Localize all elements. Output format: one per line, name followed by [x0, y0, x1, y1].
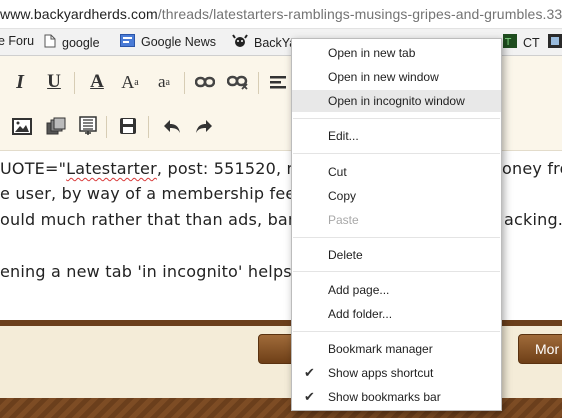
font-family-label: a [158, 72, 166, 91]
bookmark-backyard[interactable]: BackYa [232, 34, 296, 52]
menu-item-label: Copy [328, 189, 357, 203]
font-family-sub: a [165, 76, 170, 88]
quote-rest: , post: 551520, me [156, 159, 313, 178]
menu-open-new-window[interactable]: Open in new window [292, 66, 501, 88]
page-icon [44, 34, 56, 51]
menu-delete[interactable]: Delete [292, 244, 501, 266]
svg-text:T: T [504, 37, 512, 48]
menu-bookmark-manager[interactable]: Bookmark manager [292, 338, 501, 360]
url-text[interactable]: www.backyardherds.com/threads/latestarte… [0, 6, 562, 22]
font-color-button[interactable]: A [85, 70, 109, 94]
menu-add-page[interactable]: Add page... [292, 279, 501, 301]
undo-icon[interactable] [160, 114, 184, 138]
news-icon [120, 34, 135, 50]
font-color-label: A [90, 71, 104, 92]
font-size-label: A [121, 71, 135, 92]
ct-icon: T [503, 34, 517, 51]
menu-cut[interactable]: Cut [292, 161, 501, 183]
toolbar-divider [74, 72, 75, 94]
menu-item-label: Paste [328, 213, 359, 227]
menu-open-new-tab[interactable]: Open in new tab [292, 42, 501, 64]
editor-line-2: e user, by way of a membership fee[ [0, 184, 302, 203]
unlink-icon[interactable] [226, 70, 250, 94]
editor-line-1: UOTE="Latestarter, post: 551520, me [0, 159, 312, 178]
bookmark-ct[interactable]: T CT [503, 34, 540, 51]
bookmark-label: Google News [141, 35, 217, 49]
underline-button[interactable]: U [42, 70, 66, 94]
check-icon: ✔ [304, 389, 315, 404]
font-family-button[interactable]: aa [152, 70, 176, 94]
menu-item-label: Delete [328, 248, 363, 262]
menu-separator [293, 237, 500, 238]
toolbar-divider [184, 72, 185, 94]
menu-edit[interactable]: Edit... [292, 125, 501, 147]
more-options-button[interactable]: Mor [518, 334, 562, 364]
url-path: /threads/latestarters-ramblings-musings-… [157, 6, 562, 22]
quote-prefix: UOTE=" [0, 159, 67, 178]
save-draft-icon[interactable] [116, 114, 140, 138]
menu-separator [293, 153, 500, 154]
bookmark-label: CT [523, 35, 540, 50]
editor-line-4: ening a new tab 'in incognito' helps. [0, 262, 298, 281]
italic-button[interactable]: I [8, 70, 32, 94]
menu-item-label: Edit... [328, 129, 359, 143]
menu-open-incognito[interactable]: Open in incognito window [292, 90, 501, 112]
menu-item-label: Show bookmarks bar [328, 390, 441, 404]
bookmark-label: BackYa [254, 36, 297, 50]
menu-item-label: Add folder... [328, 307, 393, 321]
link-icon[interactable] [193, 70, 217, 94]
menu-item-label: Show apps shortcut [328, 366, 434, 380]
editor-line-3-tail: acking. [504, 210, 562, 229]
bookmark-forum[interactable]: e Foru [0, 34, 34, 48]
editor-line-1-tail: oney fro [502, 159, 562, 178]
menu-item-label: Open in new window [328, 70, 439, 84]
menu-separator [293, 331, 500, 332]
bookmark-extra-icon [548, 34, 562, 51]
quoted-username: Latestarter [66, 159, 157, 178]
toolbar-divider [106, 116, 107, 138]
menu-item-label: Open in new tab [328, 46, 416, 60]
bookmark-google[interactable]: google [44, 34, 100, 51]
menu-copy[interactable]: Copy [292, 185, 501, 207]
goat-icon [232, 34, 248, 52]
bookmark-label: google [62, 35, 100, 50]
menu-item-label: Add page... [328, 283, 390, 297]
font-size-button[interactable]: Aa [118, 70, 142, 94]
bookmark-context-menu: Open in new tab Open in new window Open … [291, 38, 502, 411]
check-icon: ✔ [304, 365, 315, 380]
media-icon[interactable] [44, 114, 68, 138]
address-bar[interactable]: www.backyardherds.com/threads/latestarte… [0, 0, 562, 29]
menu-item-label: Cut [328, 165, 347, 179]
menu-show-apps-shortcut[interactable]: ✔ Show apps shortcut [292, 362, 501, 384]
bookmark-google-news[interactable]: Google News [120, 34, 216, 50]
align-left-icon[interactable] [266, 70, 290, 94]
toolbar-divider [258, 72, 259, 94]
bookmark-label: e Foru [0, 34, 35, 48]
menu-separator [293, 118, 500, 119]
image-icon[interactable] [10, 114, 34, 138]
more-options-label: Mor [535, 341, 560, 357]
menu-show-bookmarks-bar[interactable]: ✔ Show bookmarks bar [292, 386, 501, 408]
editor-line-3: ould much rather that than ads, ban [0, 210, 299, 229]
toolbar-divider [148, 116, 149, 138]
redo-icon[interactable] [192, 114, 216, 138]
menu-item-label: Bookmark manager [328, 342, 433, 356]
bookmark-extra[interactable] [548, 34, 562, 51]
font-size-sup: a [134, 76, 139, 88]
url-host: www.backyardherds.com [0, 6, 158, 22]
menu-item-label: Open in incognito window [328, 94, 465, 108]
menu-paste: Paste [292, 209, 501, 231]
menu-separator [293, 271, 500, 272]
insert-table-icon[interactable] [76, 114, 100, 138]
menu-add-folder[interactable]: Add folder... [292, 303, 501, 325]
